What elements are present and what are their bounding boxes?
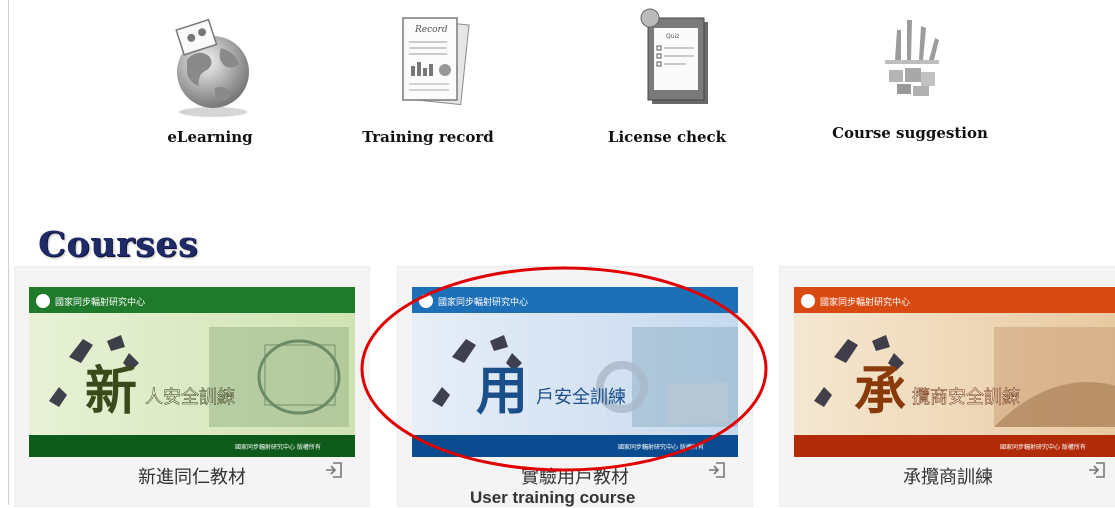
banner-footer: 國家同步輻射研究中心 版權所有 [618,443,704,451]
svg-text:Quiz: Quiz [666,33,679,40]
course-banner-image: 國家同步輻射研究中心 用 戶安全訓練 國家同步輻射研究中心 版權所有 [412,287,738,457]
banner-org-name: 國家同步輻射研究中心 [820,296,910,308]
checklist-clipboard-icon: Quiz [640,8,708,104]
page-left-border [8,0,9,505]
course-banner[interactable]: 國家同步輻射研究中心 新 人安全訓練 國家同步輻射研究中心 版權所有 [29,287,355,457]
course-card-contractor[interactable]: 國家同步輻射研究中心 承 攬商安全訓練 國家同步輻射研究中心 版權所有 承攬商訓… [779,266,1115,507]
annotation-caption: User training course [470,488,636,507]
course-title[interactable]: 實驗用戶教材 [398,463,752,489]
enter-icon[interactable] [706,459,728,481]
quick-link-license-check[interactable]: Quiz License check [567,0,767,146]
course-title[interactable]: 新進同仁教材 [15,463,369,489]
course-banner-image: 國家同步輻射研究中心 承 攬商安全訓練 國家同步輻射研究中心 版權所有 [794,287,1115,457]
enter-icon[interactable] [323,459,345,481]
course-card-user-training[interactable]: 國家同步輻射研究中心 用 戶安全訓練 國家同步輻射研究中心 版權所有 實驗用戶教… [397,266,753,507]
course-banner[interactable]: 國家同步輻射研究中心 用 戶安全訓練 國家同步輻射研究中心 版權所有 [412,287,738,457]
banner-text: 攬商安全訓練 [912,387,1020,408]
globe-icon [175,18,249,117]
quick-link-label: eLearning [167,128,253,146]
quick-link-label: Training record [362,128,494,146]
banner-footer: 國家同步輻射研究中心 版權所有 [235,443,321,451]
course-card-new-staff[interactable]: 國家同步輻射研究中心 新 人安全訓練 國家同步輻射研究中心 版權所有 新進同仁教… [14,266,370,507]
section-title-courses: Courses [38,224,199,265]
course-banner-image: 國家同步輻射研究中心 新 人安全訓練 國家同步輻射研究中心 版權所有 [29,287,355,457]
banner-text: 人安全訓練 [145,387,235,408]
banner-big-char: 承 [854,361,906,422]
quick-link-elearning[interactable]: eLearning [110,0,310,146]
banner-big-char: 新 [85,361,137,422]
raised-hands-icon [885,20,939,96]
banner-big-char: 用 [476,361,528,422]
banner-org-name: 國家同步輻射研究中心 [55,296,145,308]
record-document-icon: Record [402,17,470,106]
quick-link-training-record[interactable]: Record Training record [328,0,528,146]
svg-text:Record: Record [414,25,448,35]
course-title[interactable]: 承攬商訓練 [780,463,1115,489]
banner-footer: 國家同步輻射研究中心 版權所有 [1000,443,1086,451]
banner-text: 戶安全訓練 [536,387,626,408]
enter-icon[interactable] [1086,459,1108,481]
course-banner[interactable]: 國家同步輻射研究中心 承 攬商安全訓練 國家同步輻射研究中心 版權所有 [794,287,1115,457]
banner-org-name: 國家同步輻射研究中心 [438,296,528,308]
quick-link-label: Course suggestion [832,124,988,142]
quick-link-course-suggestion[interactable]: Course suggestion [810,0,1010,142]
quick-link-label: License check [607,128,727,146]
